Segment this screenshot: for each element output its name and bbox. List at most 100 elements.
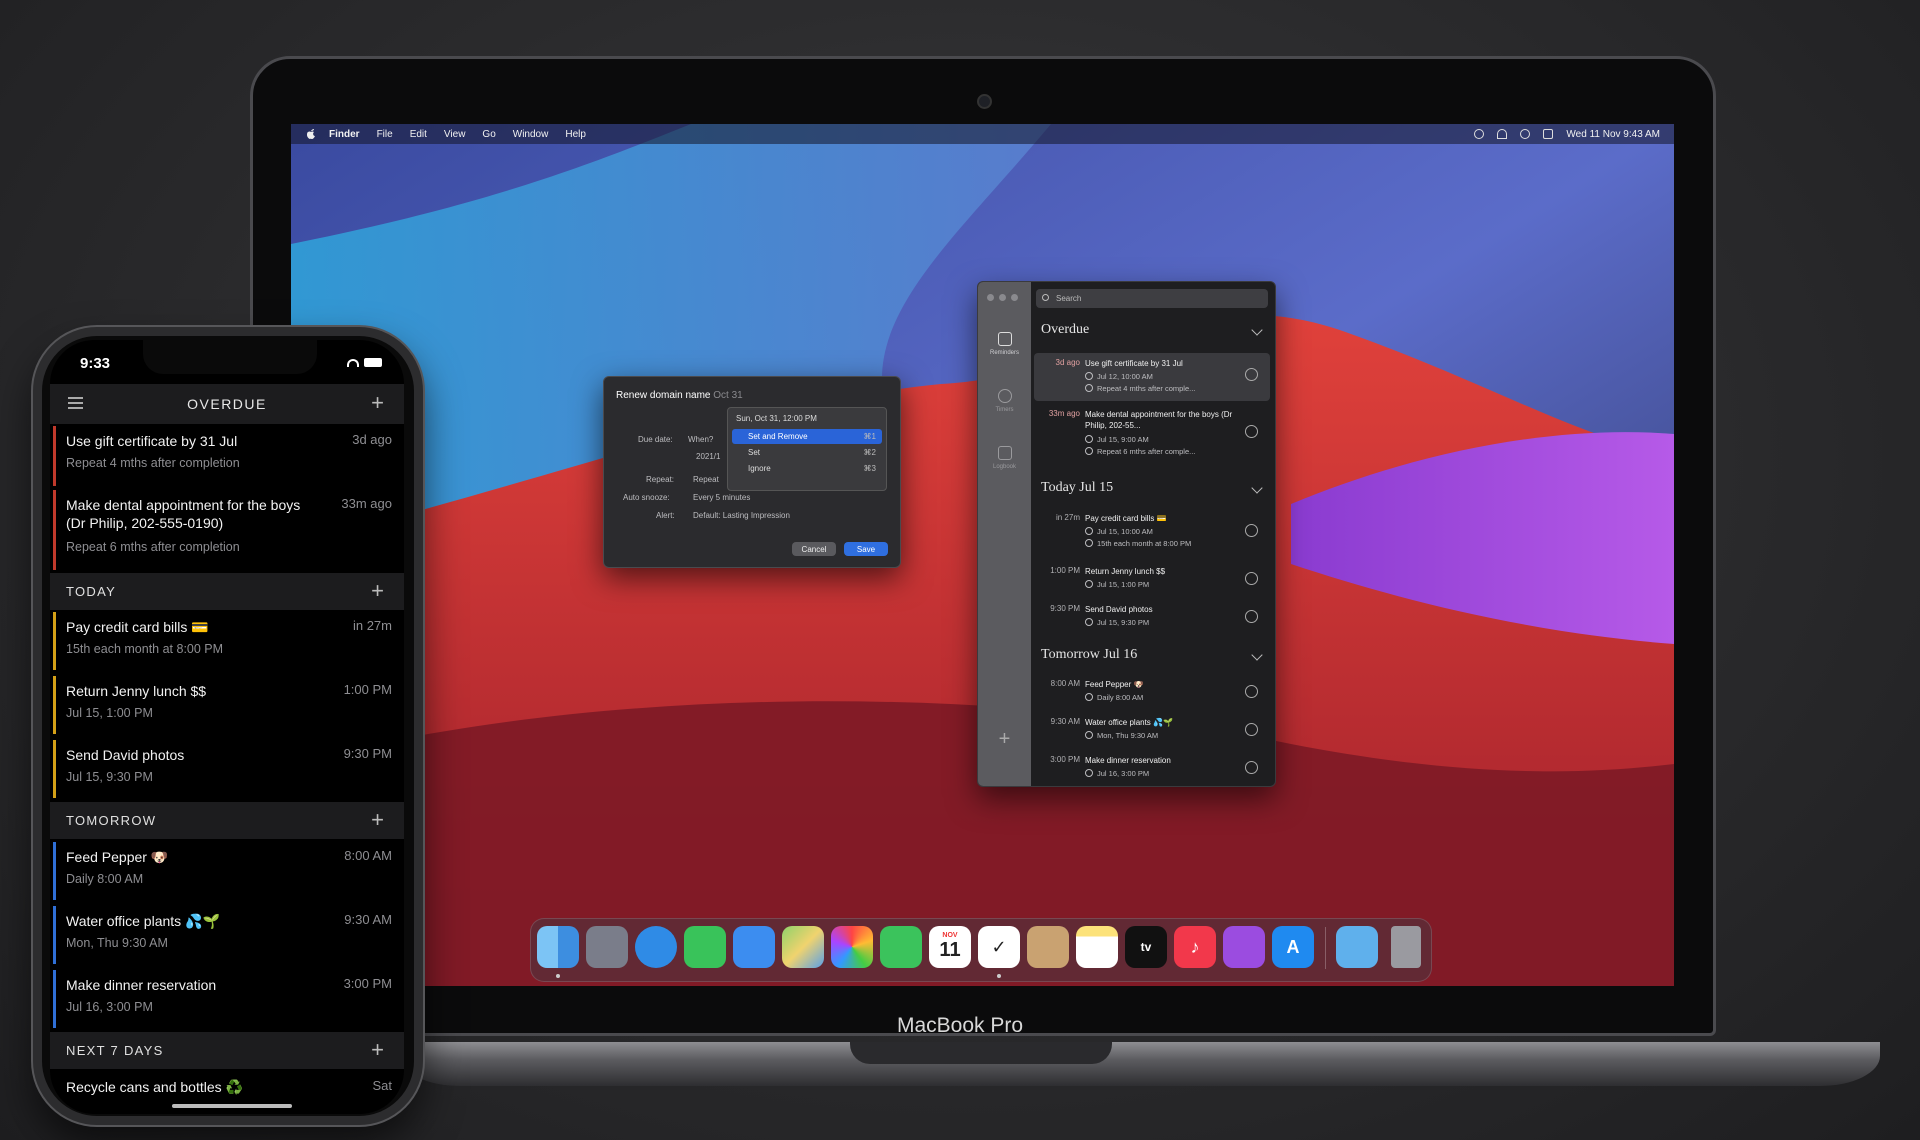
complete-checkbox[interactable] xyxy=(1245,685,1258,698)
reminder-text: Return Jenny lunch $$ xyxy=(1085,567,1166,576)
sidebar-item-label: Logbook xyxy=(992,464,1017,470)
apple-logo-icon[interactable] xyxy=(305,128,317,140)
maps-icon[interactable] xyxy=(782,926,824,968)
downloads-folder-icon[interactable] xyxy=(1336,926,1378,968)
add-next-7-days-button[interactable]: + xyxy=(371,1039,384,1061)
list-item[interactable]: Feed Pepper 🐶 Daily 8:00 AM 8:00 AM xyxy=(50,842,404,900)
complete-checkbox[interactable] xyxy=(1245,723,1258,736)
reminders-app-icon[interactable]: ✓ xyxy=(978,926,1020,968)
safari-icon[interactable] xyxy=(635,926,677,968)
reminder-item[interactable]: 3:00 PM Make dinner reservation Jul 16, … xyxy=(1034,751,1270,785)
cancel-button[interactable]: Cancel xyxy=(792,542,836,556)
menu-help[interactable]: Help xyxy=(565,129,586,140)
search-input[interactable]: Search xyxy=(1036,289,1268,308)
list-item[interactable]: Return Jenny lunch $$ Jul 15, 1:00 PM 1:… xyxy=(50,676,404,734)
reminder-item[interactable]: 3d ago Use gift certificate by 31 Jul Ju… xyxy=(1034,353,1270,401)
chevron-down-icon[interactable] xyxy=(1251,482,1263,494)
home-indicator[interactable] xyxy=(172,1104,292,1108)
facetime-icon[interactable] xyxy=(880,926,922,968)
chevron-down-icon[interactable] xyxy=(1251,324,1263,336)
trash-icon[interactable] xyxy=(1391,926,1421,968)
chevron-down-icon[interactable] xyxy=(1251,649,1263,661)
list-item[interactable]: Send David photos Jul 15, 9:30 PM 9:30 P… xyxy=(50,740,404,798)
option-set-and-remove[interactable]: Set and Remove ⌘1 xyxy=(732,429,882,444)
complete-checkbox[interactable] xyxy=(1245,610,1258,623)
reminder-item[interactable]: 9:30 AM Water office plants 💦🌱 Mon, Thu … xyxy=(1034,713,1270,747)
list-item[interactable]: Water office plants 💦🌱 Mon, Thu 9:30 AM … xyxy=(50,906,404,964)
save-button[interactable]: Save xyxy=(844,542,888,556)
reminder-title-date-hint: Oct 31 xyxy=(713,390,743,401)
menu-file[interactable]: File xyxy=(377,129,393,140)
contacts-icon[interactable] xyxy=(1027,926,1069,968)
minimize-window-button[interactable] xyxy=(999,294,1006,301)
finder-icon[interactable] xyxy=(537,926,579,968)
list-item[interactable]: Make dinner reservation Jul 16, 3:00 PM … xyxy=(50,970,404,1028)
dialog-title[interactable]: Renew domain name Oct 31 xyxy=(616,390,743,401)
sidebar-item-reminders[interactable]: Reminders xyxy=(978,332,1031,356)
menu-view[interactable]: View xyxy=(444,129,466,140)
reminder-item[interactable]: 33m ago Make dental appointment for the … xyxy=(1034,404,1270,464)
reminder-item[interactable]: 8:00 AM Feed Pepper 🐶 Daily 8:00 AM xyxy=(1034,675,1270,709)
section-label: TOMORROW xyxy=(66,813,157,828)
option-label: Set xyxy=(748,448,761,457)
alert-select[interactable]: Default: Lasting Impression xyxy=(693,511,790,520)
music-icon[interactable]: ♪ xyxy=(1174,926,1216,968)
zoom-window-button[interactable] xyxy=(1011,294,1018,301)
photos-icon[interactable] xyxy=(831,926,873,968)
menu-finder[interactable]: Finder xyxy=(329,129,360,140)
sidebar-item-logbook[interactable]: Logbook xyxy=(978,446,1031,470)
today-marker xyxy=(53,676,56,734)
reminder-when: in 27m xyxy=(1055,513,1080,522)
add-tomorrow-button[interactable]: + xyxy=(371,809,384,831)
mail-icon[interactable] xyxy=(733,926,775,968)
option-set[interactable]: Set ⌘2 xyxy=(732,445,882,460)
notes-icon[interactable] xyxy=(1076,926,1118,968)
option-ignore[interactable]: Ignore ⌘3 xyxy=(732,461,882,476)
reminder-title-text: Renew domain name xyxy=(616,390,711,401)
reminder-item[interactable]: 9:30 PM Send David photos Jul 15, 9:30 P… xyxy=(1034,600,1270,634)
list-item[interactable]: Pay credit card bills 💳 15th each month … xyxy=(50,612,404,670)
complete-checkbox[interactable] xyxy=(1245,425,1258,438)
complete-checkbox[interactable] xyxy=(1245,368,1258,381)
menubar-clock[interactable]: Wed 11 Nov 9:43 AM xyxy=(1566,129,1660,140)
reminder-item[interactable]: in 27m Pay credit card bills 💳 Jul 15, 1… xyxy=(1034,509,1270,553)
menu-bar: Finder File Edit View Go Window Help Wed… xyxy=(291,124,1674,144)
reminders-menubar-icon[interactable] xyxy=(1474,129,1485,139)
tomorrow-marker xyxy=(53,970,56,1028)
app-store-icon[interactable]: A xyxy=(1272,926,1314,968)
menu-edit[interactable]: Edit xyxy=(410,129,427,140)
add-list-button[interactable]: + xyxy=(978,728,1031,751)
auto-snooze-select[interactable]: Every 5 minutes xyxy=(693,493,750,502)
complete-checkbox[interactable] xyxy=(1245,761,1258,774)
complete-checkbox[interactable] xyxy=(1245,572,1258,585)
close-window-button[interactable] xyxy=(987,294,994,301)
wifi-icon[interactable] xyxy=(1497,129,1508,139)
calendar-icon[interactable]: NOV 11 xyxy=(929,926,971,968)
complete-checkbox[interactable] xyxy=(1245,524,1258,537)
sidebar-item-timers[interactable]: Timers xyxy=(978,389,1031,413)
reminder-text: Use gift certificate by 31 Jul xyxy=(1085,359,1183,368)
item-title: Feed Pepper 🐶 xyxy=(66,849,169,865)
overdue-marker xyxy=(53,426,56,486)
messages-icon[interactable] xyxy=(684,926,726,968)
control-center-icon[interactable] xyxy=(1543,129,1554,139)
add-today-button[interactable]: + xyxy=(371,580,384,602)
item-title: Make dental appointment for the boys (Dr… xyxy=(66,497,301,531)
apple-tv-icon[interactable]: tv xyxy=(1125,926,1167,968)
item-title: Use gift certificate by 31 Jul xyxy=(66,433,238,449)
menu-window[interactable]: Window xyxy=(513,129,549,140)
launchpad-icon[interactable] xyxy=(586,926,628,968)
year-field[interactable]: 2021/1 xyxy=(696,452,720,461)
repeat-field[interactable]: Repeat xyxy=(693,475,719,484)
list-item[interactable]: Use gift certificate by 31 Jul Repeat 4 … xyxy=(50,426,404,486)
podcasts-icon[interactable] xyxy=(1223,926,1265,968)
item-subtitle: Repeat 4 mths after completion xyxy=(66,456,240,470)
list-item[interactable]: Make dental appointment for the boys (Dr… xyxy=(50,490,404,570)
section-title-today: Today Jul 15 xyxy=(1041,480,1114,495)
spotlight-icon[interactable] xyxy=(1520,129,1531,139)
reminder-item[interactable]: 1:00 PM Return Jenny lunch $$ Jul 15, 1:… xyxy=(1034,562,1270,596)
calendar-day: 11 xyxy=(939,939,961,961)
menu-go[interactable]: Go xyxy=(482,129,495,140)
reminder-due: Jul 15, 1:00 PM xyxy=(1085,580,1235,589)
add-reminder-button[interactable]: + xyxy=(371,392,384,414)
